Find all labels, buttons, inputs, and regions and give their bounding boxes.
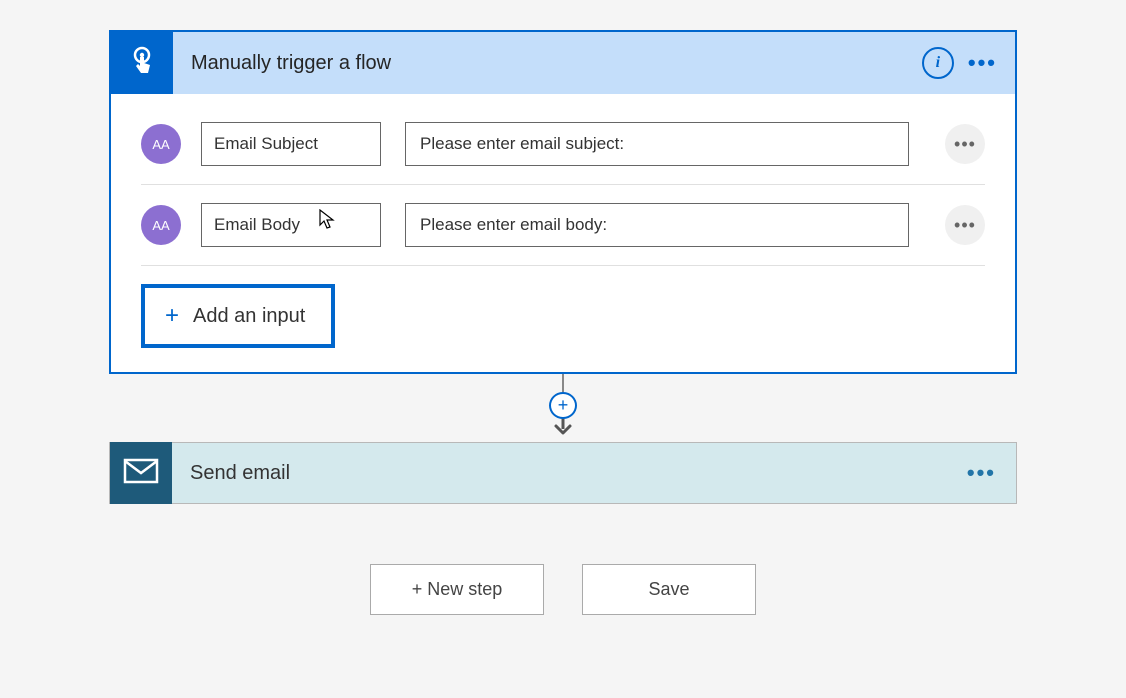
text-type-badge: AA (141, 205, 181, 245)
action-icon-box (110, 442, 172, 504)
action-card[interactable]: Send email ••• (109, 442, 1017, 504)
touch-icon (125, 44, 159, 83)
flow-designer-canvas: Manually trigger a flow i ••• AA ••• AA … (0, 0, 1126, 615)
save-button[interactable]: Save (582, 564, 756, 615)
action-title: Send email (172, 462, 967, 485)
trigger-inputs-area: AA ••• AA ••• + Add an input (111, 94, 1015, 372)
trigger-card: Manually trigger a flow i ••• AA ••• AA … (109, 30, 1017, 374)
footer-buttons: + New step Save (370, 564, 756, 615)
input-name-field[interactable] (201, 203, 381, 247)
trigger-title: Manually trigger a flow (173, 52, 922, 75)
add-input-label: Add an input (193, 305, 305, 328)
trigger-more-icon[interactable]: ••• (968, 50, 997, 76)
info-icon[interactable]: i (922, 47, 954, 79)
new-step-button[interactable]: + New step (370, 564, 544, 615)
mail-icon (123, 458, 159, 489)
input-name-field[interactable] (201, 122, 381, 166)
input-row-more-icon[interactable]: ••• (945, 124, 985, 164)
input-description-field[interactable] (405, 122, 909, 166)
arrow-down-icon (553, 415, 573, 442)
trigger-icon-box (111, 32, 173, 94)
input-row: AA ••• (141, 104, 985, 185)
connector-line (562, 374, 564, 392)
input-description-field[interactable] (405, 203, 909, 247)
trigger-header[interactable]: Manually trigger a flow i ••• (111, 32, 1015, 94)
add-input-button[interactable]: + Add an input (141, 284, 335, 348)
text-type-badge: AA (141, 124, 181, 164)
connector: + (549, 374, 577, 442)
insert-step-button[interactable]: + (549, 392, 577, 419)
input-row: AA ••• (141, 185, 985, 266)
input-row-more-icon[interactable]: ••• (945, 205, 985, 245)
plus-icon: + (165, 302, 179, 330)
action-more-icon[interactable]: ••• (967, 460, 996, 486)
